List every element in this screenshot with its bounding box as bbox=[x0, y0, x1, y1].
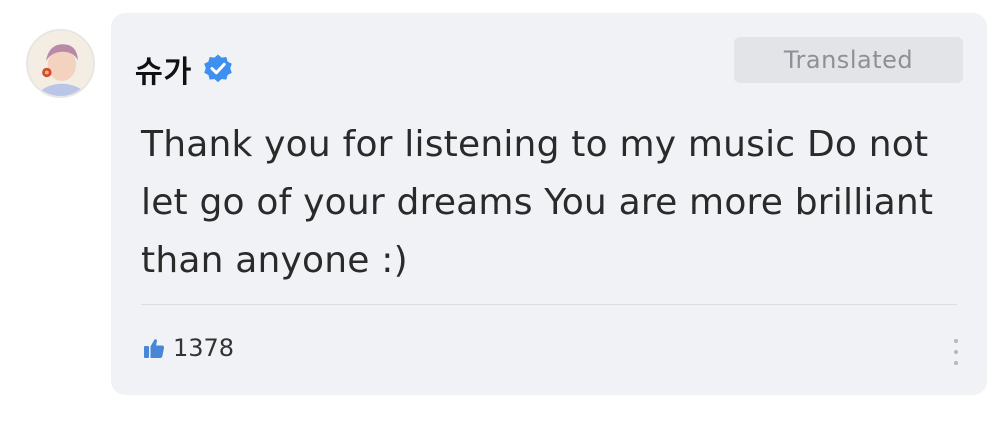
thumbs-up-icon[interactable] bbox=[143, 337, 165, 359]
verified-badge-icon bbox=[202, 53, 234, 85]
more-dot bbox=[954, 361, 958, 365]
comment-page: 슈가 Translated Thank you for listening to… bbox=[0, 0, 1004, 422]
author-name[interactable]: 슈가 bbox=[135, 47, 192, 91]
like-count: 1378 bbox=[173, 334, 235, 362]
like-control[interactable]: 1378 bbox=[143, 333, 234, 363]
comment-text: Thank you for listening to my music Do n… bbox=[141, 124, 934, 281]
divider bbox=[141, 304, 957, 305]
translated-button[interactable]: Translated bbox=[734, 37, 963, 83]
comment-card: 슈가 Translated Thank you for listening to… bbox=[111, 13, 987, 395]
more-dot bbox=[954, 350, 958, 354]
avatar[interactable] bbox=[26, 29, 95, 98]
more-vertical-icon[interactable] bbox=[951, 339, 961, 365]
comment-header: 슈가 bbox=[135, 47, 234, 91]
avatar-image bbox=[28, 31, 93, 96]
more-dot bbox=[954, 339, 958, 343]
